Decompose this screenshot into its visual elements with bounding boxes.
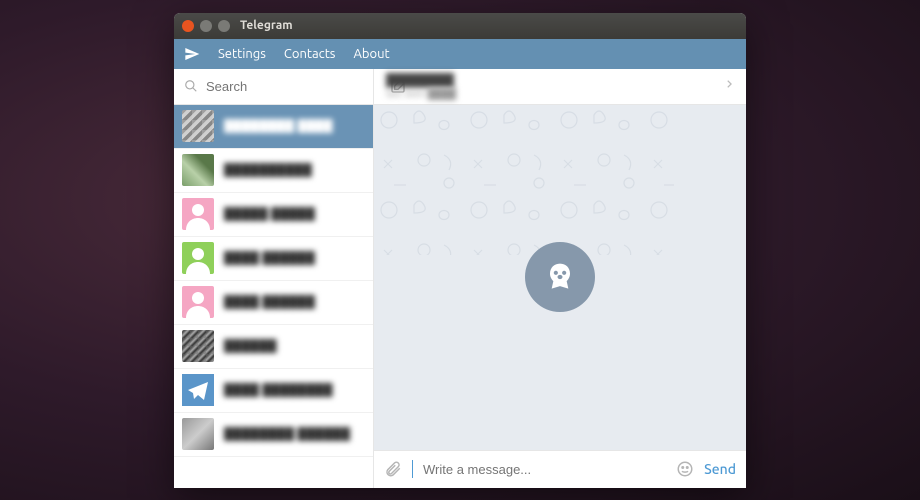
menu-settings[interactable]: Settings <box>218 47 266 61</box>
chat-item-name: ████████ ████ <box>224 119 333 133</box>
chat-item-name: ██████████ <box>224 163 312 177</box>
chat-body <box>374 105 746 450</box>
menu-contacts[interactable]: Contacts <box>284 47 336 61</box>
avatar <box>182 110 214 142</box>
chat-header-name: ████████ <box>386 73 724 87</box>
chat-pane: ████████ last seen ████ <box>374 69 746 488</box>
window-title: Telegram <box>240 19 293 32</box>
attach-icon[interactable] <box>384 460 402 478</box>
chat-item-name: ████████ ██████ <box>224 427 350 441</box>
chat-item-name: ████ ██████ <box>224 251 315 265</box>
close-icon[interactable] <box>182 20 194 32</box>
chat-item[interactable]: ████ ████████ <box>174 369 373 413</box>
maximize-icon[interactable] <box>218 20 230 32</box>
avatar <box>182 418 214 450</box>
content: ████████ ███████████████████ █████████ █… <box>174 69 746 488</box>
plane-icon[interactable] <box>184 46 200 62</box>
chevron-right-icon[interactable] <box>724 77 734 95</box>
avatar <box>182 286 214 318</box>
search-icon[interactable] <box>184 79 198 93</box>
avatar <box>182 242 214 274</box>
chat-item-name: ████ ████████ <box>224 383 333 397</box>
text-cursor <box>412 460 413 478</box>
minimize-icon[interactable] <box>200 20 212 32</box>
chat-header[interactable]: ████████ last seen ████ <box>374 69 746 105</box>
chat-item[interactable]: ████████ ████ <box>174 105 373 149</box>
chat-item[interactable]: █████ █████ <box>174 193 373 237</box>
chat-item[interactable]: ██████ <box>174 325 373 369</box>
chat-item[interactable]: ████████ ██████ <box>174 413 373 457</box>
composer: Send <box>374 450 746 488</box>
chat-item-name: ██████ <box>224 339 277 353</box>
chat-list[interactable]: ████████ ████ ██████████ █████ █████ ████ █… <box>174 105 373 488</box>
empty-chat-icon <box>525 242 595 312</box>
sidebar: ████████ ████ ██████████ █████ █████ ████ █… <box>174 69 374 488</box>
send-button[interactable]: Send <box>704 461 736 477</box>
app-window: Telegram Settings Contacts About ███████… <box>174 13 746 488</box>
menubar: Settings Contacts About <box>174 39 746 69</box>
avatar <box>182 330 214 362</box>
menu-about[interactable]: About <box>353 47 389 61</box>
emoji-icon[interactable] <box>676 460 694 478</box>
avatar <box>182 198 214 230</box>
chat-item[interactable]: ██████████ <box>174 149 373 193</box>
chat-item-name: █████ █████ <box>224 207 315 221</box>
background-pattern <box>374 105 674 255</box>
chat-item-name: ████ ██████ <box>224 295 315 309</box>
message-input[interactable] <box>423 462 666 477</box>
chat-header-status: last seen ████ <box>386 88 724 100</box>
search-input[interactable] <box>206 79 382 94</box>
chat-item[interactable]: ████ ██████ <box>174 281 373 325</box>
titlebar[interactable]: Telegram <box>174 13 746 39</box>
avatar <box>182 154 214 186</box>
searchbar <box>174 69 373 105</box>
chat-item[interactable]: ████ ██████ <box>174 237 373 281</box>
avatar <box>182 374 214 406</box>
